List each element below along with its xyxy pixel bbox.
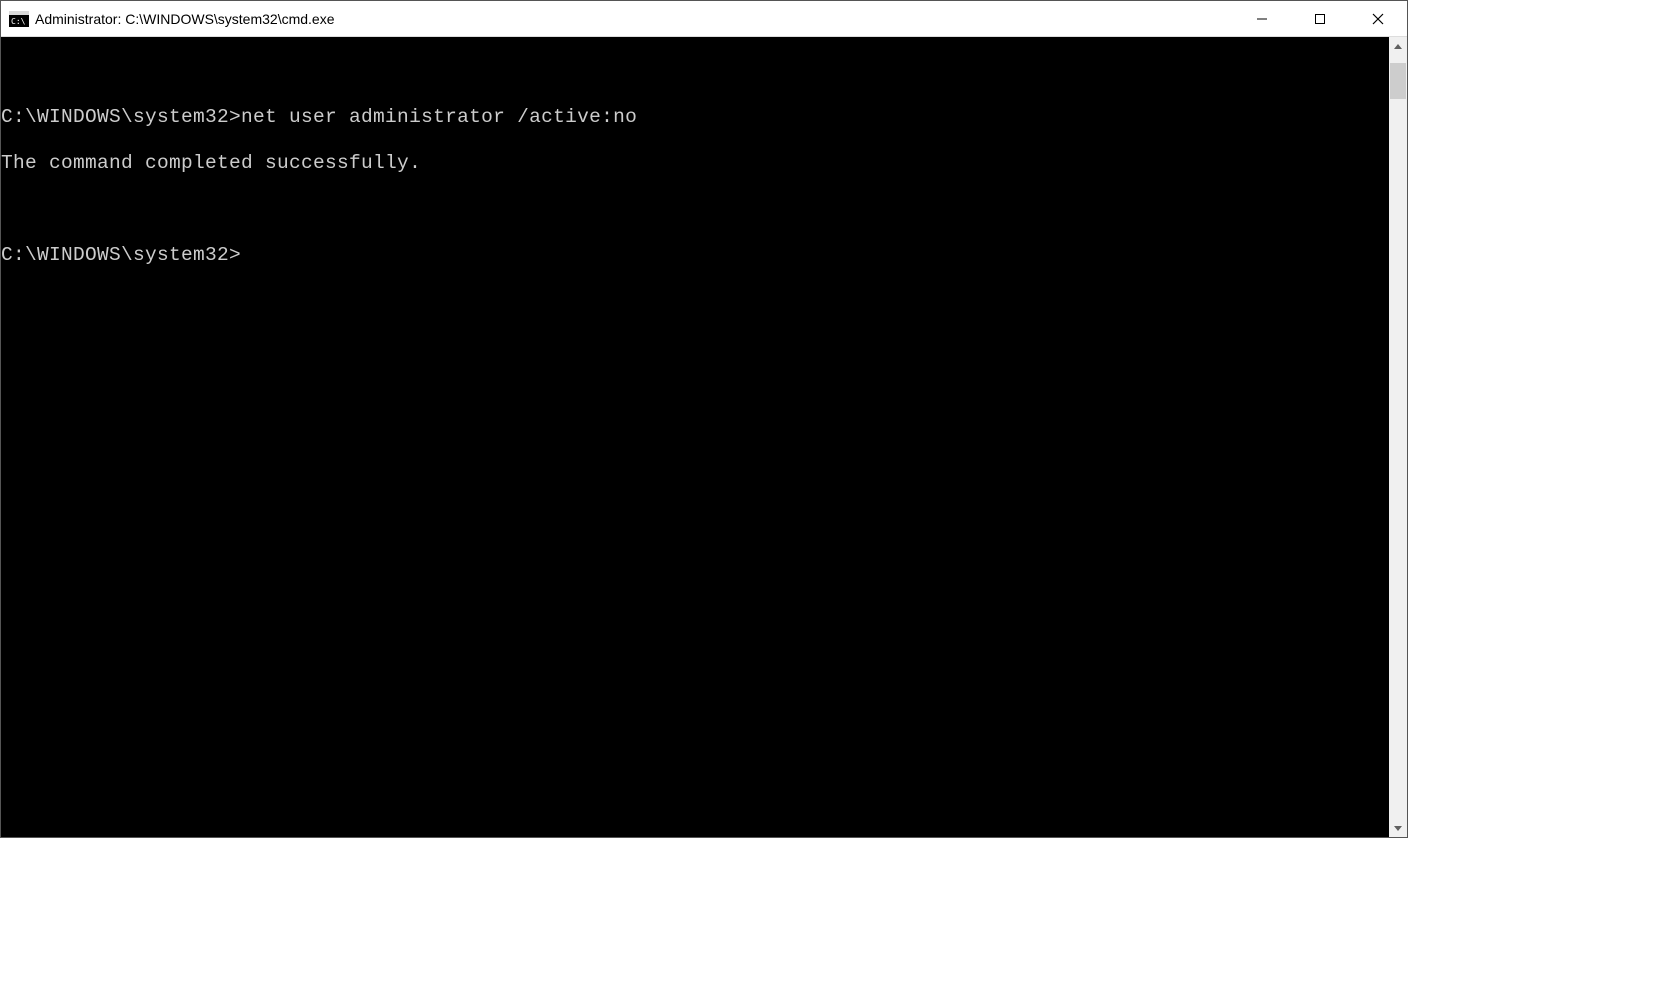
cmd-icon: C:\ (9, 11, 29, 27)
terminal-line: The command completed successfully. (1, 152, 1389, 175)
close-icon (1372, 13, 1384, 25)
svg-text:C:\: C:\ (11, 17, 26, 26)
scroll-down-button[interactable] (1389, 819, 1407, 837)
scrollbar-thumb[interactable] (1390, 63, 1406, 99)
titlebar[interactable]: C:\ Administrator: C:\WINDOWS\system32\c… (1, 1, 1407, 37)
client-area: C:\WINDOWS\system32>net user administrat… (1, 37, 1407, 837)
chevron-up-icon (1394, 44, 1402, 49)
maximize-icon (1314, 13, 1326, 25)
scroll-up-button[interactable] (1389, 37, 1407, 55)
minimize-button[interactable] (1233, 1, 1291, 37)
close-button[interactable] (1349, 1, 1407, 37)
window-title: Administrator: C:\WINDOWS\system32\cmd.e… (35, 11, 335, 27)
scrollbar-track[interactable] (1389, 55, 1407, 819)
minimize-icon (1256, 13, 1268, 25)
maximize-button[interactable] (1291, 1, 1349, 37)
cmd-window: C:\ Administrator: C:\WINDOWS\system32\c… (0, 0, 1408, 838)
terminal-output[interactable]: C:\WINDOWS\system32>net user administrat… (1, 37, 1389, 837)
vertical-scrollbar[interactable] (1389, 37, 1407, 837)
chevron-down-icon (1394, 826, 1402, 831)
terminal-line: C:\WINDOWS\system32> (1, 244, 1389, 267)
terminal-line: C:\WINDOWS\system32>net user administrat… (1, 106, 1389, 129)
